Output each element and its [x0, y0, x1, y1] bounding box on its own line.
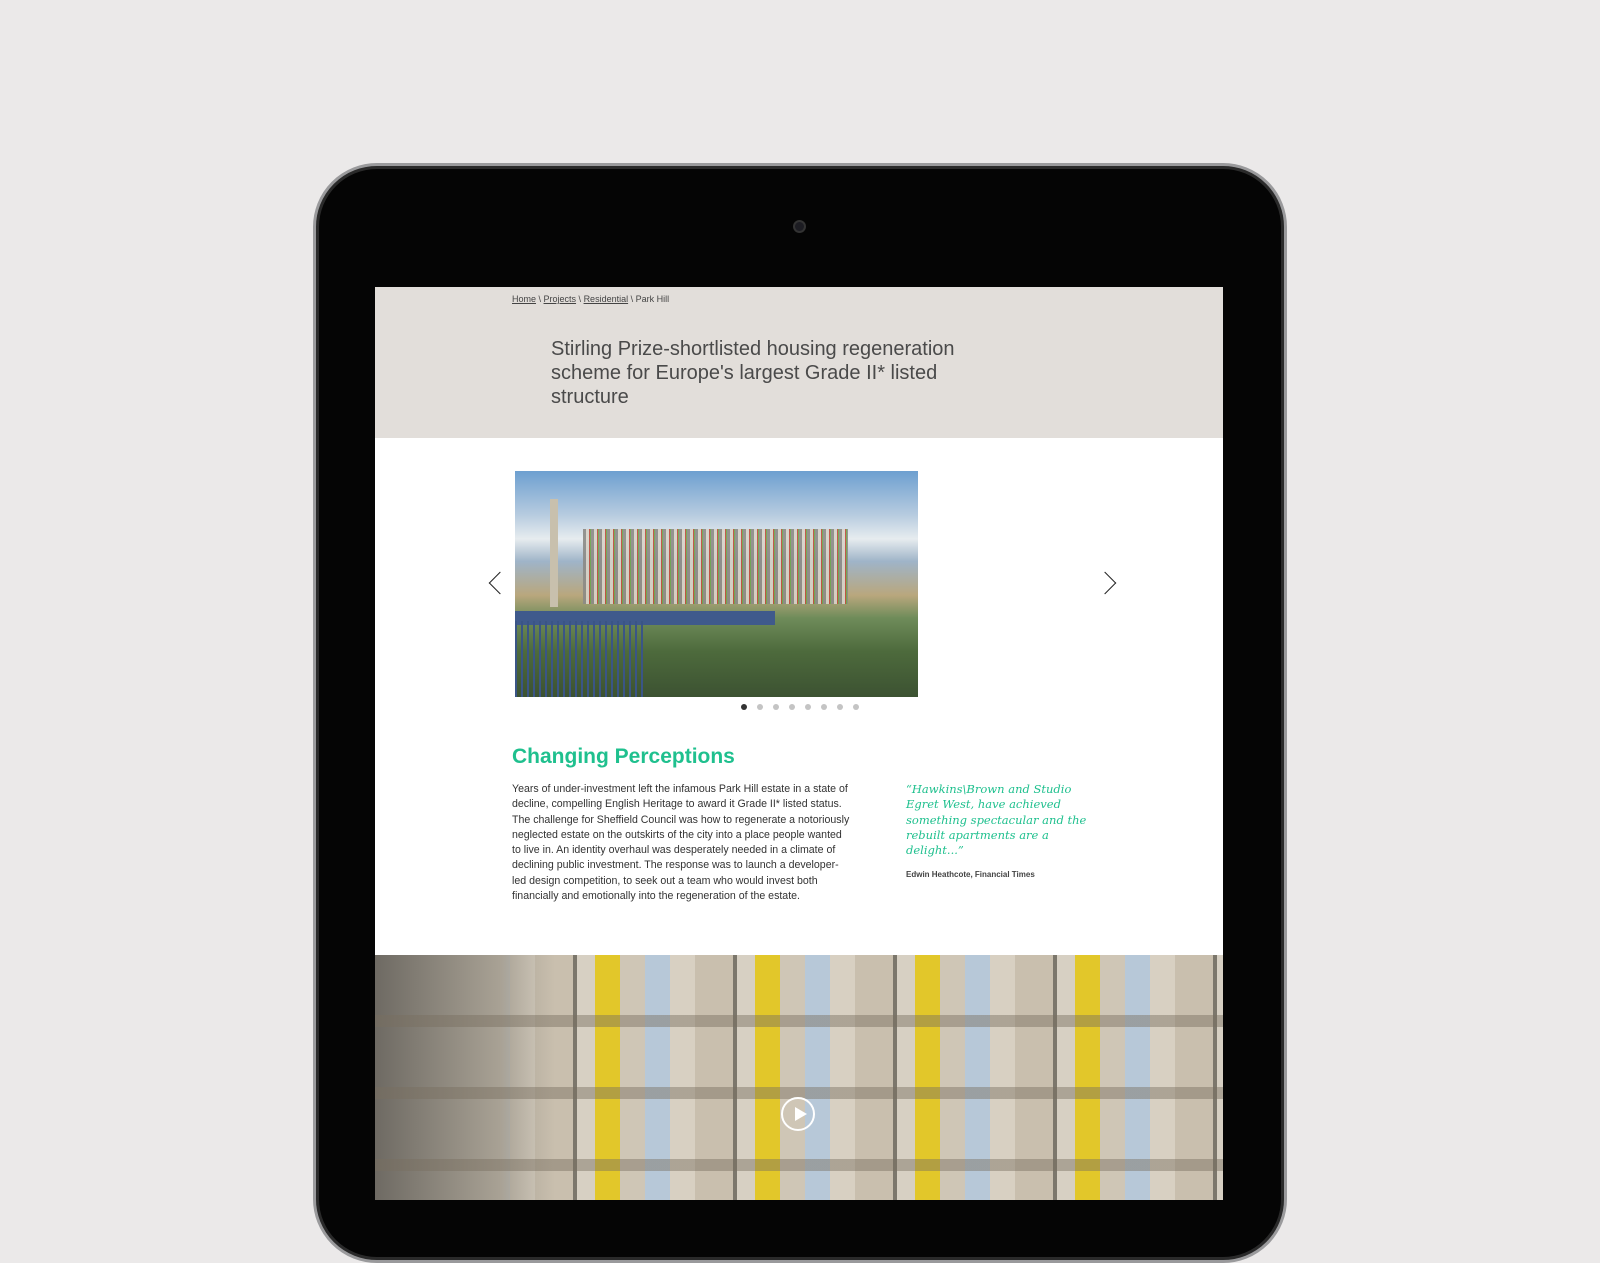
- camera-icon: [793, 220, 806, 233]
- breadcrumb-projects[interactable]: Projects: [544, 294, 577, 304]
- breadcrumb: Home \ Projects \ Residential \ Park Hil…: [512, 294, 669, 304]
- breadcrumb-residential[interactable]: Residential: [584, 294, 629, 304]
- screen: Home \ Projects \ Residential \ Park Hil…: [375, 287, 1223, 1200]
- page-title: Stirling Prize-shortlisted housing regen…: [551, 338, 955, 408]
- section-heading: Changing Perceptions: [512, 745, 735, 768]
- video-player[interactable]: [375, 955, 1223, 1200]
- separator: \: [628, 294, 636, 304]
- carousel-dot[interactable]: [853, 704, 859, 710]
- carousel-dots: [741, 704, 859, 710]
- carousel-dot[interactable]: [773, 704, 779, 710]
- section-body: Years of under-investment left the infam…: [512, 783, 850, 903]
- chimney: [550, 499, 558, 607]
- play-icon[interactable]: [781, 1097, 815, 1131]
- quote-citation: Edwin Heathcote, Financial Times: [906, 870, 1035, 879]
- chevron-right-icon[interactable]: [1093, 571, 1117, 595]
- railing: [515, 621, 645, 697]
- carousel-dot[interactable]: [789, 704, 795, 710]
- separator: \: [576, 294, 584, 304]
- separator: \: [536, 294, 544, 304]
- hero-banner: Home \ Projects \ Residential \ Park Hil…: [375, 287, 1223, 438]
- pull-quote: “Hawkins\Brown and Studio Egret West, ha…: [906, 782, 1087, 858]
- carousel-dot[interactable]: [805, 704, 811, 710]
- carousel-dot[interactable]: [837, 704, 843, 710]
- building: [583, 529, 848, 604]
- breadcrumb-current: Park Hill: [635, 294, 670, 304]
- carousel-dot[interactable]: [741, 704, 747, 710]
- carousel-image[interactable]: [515, 471, 918, 697]
- carousel-dot[interactable]: [757, 704, 763, 710]
- carousel-dot[interactable]: [821, 704, 827, 710]
- breadcrumb-home[interactable]: Home: [512, 294, 536, 304]
- chevron-left-icon[interactable]: [488, 571, 512, 595]
